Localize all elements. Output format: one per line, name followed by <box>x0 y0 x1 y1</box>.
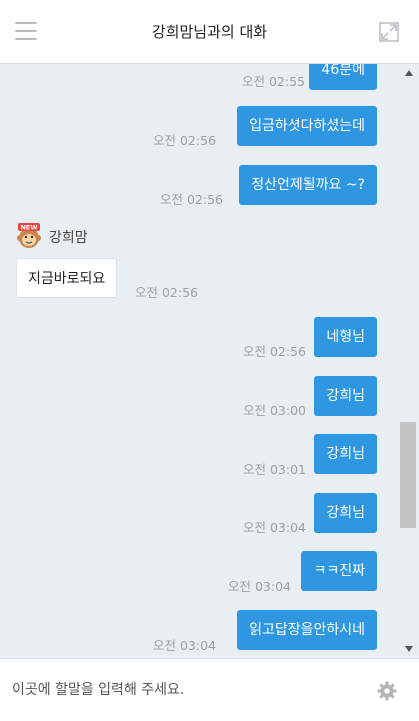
message-bubble-outgoing: 읽고답장을안하시네 <box>237 610 377 650</box>
chat-header: 강희맘님과의 대화 <box>0 0 419 64</box>
sender-name: 강희맘 <box>49 230 88 246</box>
avatar-badge: NEW <box>20 224 37 232</box>
message-time: 오전 02:56 <box>243 344 306 359</box>
message-time: 오전 02:55 <box>242 74 305 89</box>
message-time: 오전 03:04 <box>228 579 291 594</box>
gear-icon[interactable] <box>377 681 397 701</box>
message-time: 오전 03:04 <box>153 638 216 653</box>
scroll-down-arrow[interactable] <box>405 646 413 652</box>
message-bubble-outgoing: 입금하셧다하셨는데 <box>237 106 377 146</box>
message-bubble-outgoing: 정산언제될까요 ~? <box>239 165 377 205</box>
message-bubble-outgoing: 강희님 <box>314 493 377 533</box>
message-input[interactable] <box>0 659 360 721</box>
message-time: 오전 02:56 <box>153 133 216 148</box>
scroll-up-arrow[interactable] <box>405 70 413 76</box>
message-time: 오전 03:04 <box>243 520 306 535</box>
expand-window-icon[interactable] <box>379 22 399 42</box>
message-bubble-outgoing: 강희님 <box>314 376 377 416</box>
message-time: 오전 03:00 <box>243 403 306 418</box>
monkey-avatar-icon[interactable]: NEW <box>16 223 42 249</box>
message-time: 오전 03:01 <box>243 462 306 477</box>
message-time: 오전 02:56 <box>160 192 223 207</box>
scrollbar-thumb[interactable] <box>400 422 416 528</box>
message-bubble-outgoing: 네형님 <box>314 317 377 357</box>
message-composer <box>0 658 419 721</box>
chat-message-area[interactable]: 46분에 오전 02:55 입금하셧다하셨는데 오전 02:56 정산언제될까요… <box>0 64 419 658</box>
chat-title: 강희맘님과의 대화 <box>151 23 268 41</box>
message-bubble-outgoing: 강희님 <box>314 434 377 474</box>
message-bubble-outgoing: ㅋㅋ진짜 <box>301 551 377 591</box>
message-bubble-outgoing: 46분에 <box>309 64 377 90</box>
message-time: 오전 02:56 <box>135 285 198 300</box>
message-bubble-incoming: 지금바로되요 <box>16 258 118 298</box>
